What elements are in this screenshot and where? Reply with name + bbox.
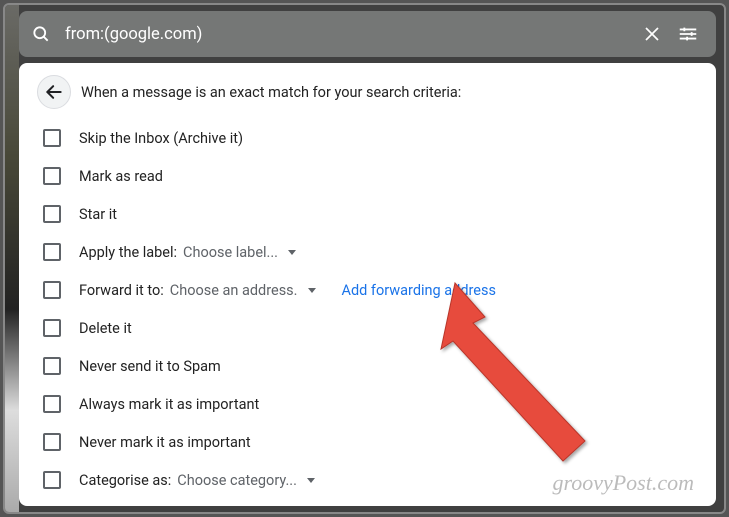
label-categorise: Categorise as: bbox=[79, 472, 171, 489]
checkbox-always-important[interactable] bbox=[43, 395, 61, 413]
checkbox-never-spam[interactable] bbox=[43, 357, 61, 375]
option-skip-inbox: Skip the Inbox (Archive it) bbox=[43, 119, 698, 157]
search-options-icon[interactable] bbox=[670, 16, 706, 52]
checkbox-never-important[interactable] bbox=[43, 433, 61, 451]
label-always-important: Always mark it as important bbox=[79, 396, 259, 413]
label-forward: Forward it to: bbox=[79, 282, 164, 299]
caret-down-icon bbox=[288, 250, 296, 255]
dropdown-categorise[interactable]: Choose category... bbox=[177, 472, 315, 489]
checkbox-forward[interactable] bbox=[43, 281, 61, 299]
dropdown-apply-label-text: Choose label... bbox=[183, 244, 278, 261]
caret-down-icon bbox=[307, 478, 315, 483]
option-mark-read: Mark as read bbox=[43, 157, 698, 195]
panel-title: When a message is an exact match for you… bbox=[81, 84, 461, 101]
clear-search-icon[interactable] bbox=[634, 16, 670, 52]
dropdown-categorise-text: Choose category... bbox=[177, 472, 297, 489]
option-forward: Forward it to: Choose an address. Add fo… bbox=[43, 271, 698, 309]
option-never-important: Never mark it as important bbox=[43, 423, 698, 461]
label-apply-label: Apply the label: bbox=[79, 244, 177, 261]
option-never-spam: Never send it to Spam bbox=[43, 347, 698, 385]
dropdown-apply-label[interactable]: Choose label... bbox=[183, 244, 296, 261]
option-apply-label: Apply the label: Choose label... bbox=[43, 233, 698, 271]
option-categorise: Categorise as: Choose category... bbox=[43, 461, 698, 499]
checkbox-categorise[interactable] bbox=[43, 471, 61, 489]
search-icon[interactable] bbox=[29, 22, 53, 46]
caret-down-icon bbox=[308, 288, 316, 293]
checkbox-star[interactable] bbox=[43, 205, 61, 223]
add-forwarding-address-link[interactable]: Add forwarding address bbox=[342, 282, 496, 299]
label-delete: Delete it bbox=[79, 320, 132, 337]
option-also-apply: Also apply filter to matching conversati… bbox=[43, 499, 698, 506]
option-always-important: Always mark it as important bbox=[43, 385, 698, 423]
label-star: Star it bbox=[79, 206, 117, 223]
dropdown-forward-text: Choose an address. bbox=[170, 282, 298, 299]
checkbox-delete[interactable] bbox=[43, 319, 61, 337]
option-star: Star it bbox=[43, 195, 698, 233]
search-bar: from:(google.com) bbox=[19, 11, 716, 57]
back-button[interactable] bbox=[37, 75, 71, 109]
label-skip-inbox: Skip the Inbox (Archive it) bbox=[79, 130, 243, 147]
checkbox-mark-read[interactable] bbox=[43, 167, 61, 185]
option-delete: Delete it bbox=[43, 309, 698, 347]
checkbox-skip-inbox[interactable] bbox=[43, 129, 61, 147]
checkbox-apply-label[interactable] bbox=[43, 243, 61, 261]
dropdown-forward[interactable]: Choose an address. bbox=[170, 282, 316, 299]
search-query[interactable]: from:(google.com) bbox=[65, 25, 634, 44]
label-never-important: Never mark it as important bbox=[79, 434, 251, 451]
label-never-spam: Never send it to Spam bbox=[79, 358, 221, 375]
background-strip bbox=[5, 5, 19, 512]
label-mark-read: Mark as read bbox=[79, 168, 163, 185]
filter-panel: When a message is an exact match for you… bbox=[19, 63, 716, 506]
